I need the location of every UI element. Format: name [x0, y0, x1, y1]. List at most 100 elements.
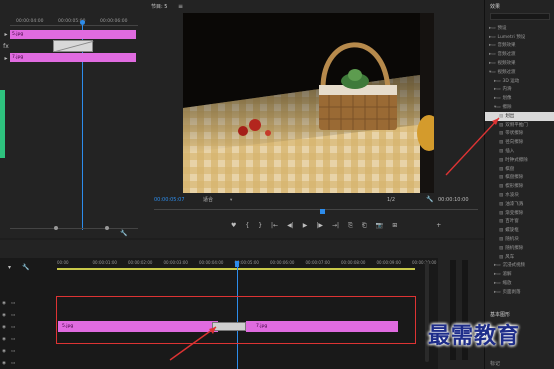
- effects-item[interactable]: ▨ 百叶窗: [485, 218, 554, 227]
- effects-folder[interactable]: ▸▭ 3D 运动: [485, 77, 554, 86]
- track-header[interactable]: ◉ ▭: [0, 358, 55, 368]
- effects-folder[interactable]: ▸▭ 缩放: [485, 279, 554, 288]
- ruler-timecode: 00:00:02:00: [128, 260, 153, 265]
- effects-item-label: 带状擦除: [505, 131, 524, 137]
- go-to-in-icon[interactable]: |←: [271, 222, 278, 232]
- resolution-dropdown[interactable]: 1/2: [387, 197, 395, 203]
- track-header[interactable]: ◉ ▭: [0, 346, 55, 356]
- track-lock-icon[interactable]: ▭: [11, 325, 15, 330]
- track-header[interactable]: ◉ ▭: [0, 298, 55, 308]
- effects-item[interactable]: ▨ 棋盘: [485, 165, 554, 174]
- source-clip-5[interactable]: 5.jpg: [10, 30, 136, 39]
- export-frame-icon[interactable]: 📷: [376, 222, 383, 232]
- track-header[interactable]: ◉ ▭: [0, 310, 55, 320]
- effects-folder[interactable]: ▸▭ 音频过渡: [485, 50, 554, 59]
- effects-item[interactable]: ▨ 楔形擦除: [485, 182, 554, 191]
- effects-item[interactable]: ▨ 风车: [485, 253, 554, 262]
- marker-icon[interactable]: ♥: [231, 222, 236, 232]
- effects-item[interactable]: ▨ 随机擦除: [485, 244, 554, 253]
- source-green-bar: [0, 90, 5, 158]
- lift-icon[interactable]: ⎘: [348, 222, 353, 232]
- program-video-frame: [183, 13, 434, 193]
- effects-folder[interactable]: ▸▭ Lumetri 预设: [485, 33, 554, 42]
- add-button-icon[interactable]: +: [436, 222, 441, 232]
- ruler-timecode: 00:00:06:00: [270, 260, 295, 265]
- linked-selection-icon[interactable]: 🔧: [22, 264, 29, 271]
- effects-item[interactable]: ▨ 油漆飞溅: [485, 200, 554, 209]
- go-to-out-icon[interactable]: →|: [332, 222, 339, 232]
- effects-item[interactable]: ▨ 随机块: [485, 235, 554, 244]
- effects-item-label: 音频过渡: [497, 52, 516, 58]
- program-scrub-bar[interactable]: [154, 209, 478, 214]
- effects-folder[interactable]: ▸▭ 沉浸式视频: [485, 262, 554, 271]
- effects-folder[interactable]: ▸▭ 视频效果: [485, 59, 554, 68]
- effects-folder[interactable]: ▾▭ 视频过渡: [485, 68, 554, 77]
- track-lock-icon[interactable]: ▭: [11, 361, 15, 366]
- effects-folder[interactable]: ▸▭ 内滑: [485, 86, 554, 95]
- transition-icon: ▨: [499, 201, 504, 207]
- track-header[interactable]: ◉ ▭: [0, 322, 55, 332]
- track-lock-icon[interactable]: ▭: [11, 337, 15, 342]
- effects-item[interactable]: ▨ 带状擦除: [485, 130, 554, 139]
- play-icon[interactable]: ▶: [303, 222, 308, 232]
- track-visibility-icon[interactable]: ◉: [2, 325, 6, 330]
- mark-out-icon[interactable]: }: [258, 222, 262, 232]
- track-header[interactable]: ◉ ▭: [0, 334, 55, 344]
- source-transition-block[interactable]: [53, 40, 94, 53]
- step-forward-icon[interactable]: |▶: [316, 222, 323, 232]
- effects-item-label: 随机块: [505, 237, 519, 243]
- annotation-highlight-box: [56, 296, 416, 344]
- track-lock-icon[interactable]: ▭: [11, 349, 15, 354]
- effects-item[interactable]: ▨ 水波块: [485, 191, 554, 200]
- transition-icon: ▨: [499, 245, 504, 251]
- source-clip-7[interactable]: 7.jpg: [10, 53, 136, 62]
- track-toggle-icon-2[interactable]: ▸: [2, 55, 10, 62]
- panel-menu-icon[interactable]: ≡: [178, 3, 183, 10]
- snap-icon[interactable]: ▾: [8, 264, 11, 271]
- fx-icon: fx: [3, 43, 9, 50]
- track-visibility-icon[interactable]: ◉: [2, 301, 6, 306]
- effects-item[interactable]: ▨ 渐变擦除: [485, 209, 554, 218]
- effects-folder[interactable]: ▸▭ 音频效果: [485, 42, 554, 51]
- effects-item[interactable]: ▨ 径向擦除: [485, 138, 554, 147]
- effects-item[interactable]: ▨ 双侧平推门: [485, 121, 554, 130]
- effects-item[interactable]: ▨ 螺旋框: [485, 226, 554, 235]
- fit-chevron-icon[interactable]: ▾: [230, 198, 232, 203]
- effects-folder[interactable]: ▸▭ 划像: [485, 94, 554, 103]
- effects-search-input[interactable]: [490, 13, 550, 20]
- effects-item-label: 插入: [505, 149, 515, 155]
- track-visibility-icon[interactable]: ◉: [2, 313, 6, 318]
- fit-dropdown[interactable]: 适合: [203, 197, 213, 203]
- effects-item-label: 缩放: [502, 281, 512, 286]
- program-playhead[interactable]: [320, 209, 325, 214]
- effects-item[interactable]: ▨ 划出: [485, 111, 554, 121]
- effects-folder[interactable]: ▾▭ 擦除: [485, 103, 554, 112]
- track-visibility-icon[interactable]: ◉: [2, 349, 6, 354]
- track-toggle-icon[interactable]: ▸: [2, 31, 10, 38]
- track-visibility-icon[interactable]: ◉: [2, 361, 6, 366]
- transition-icon: ▨: [499, 210, 504, 216]
- mark-in-icon[interactable]: {: [245, 222, 249, 232]
- transport-controls: ♥ { } |← ◀| ▶ |▶ →| ⎘ ⎗ 📷 ⊞ +: [231, 222, 483, 232]
- effects-item-label: 随机擦除: [505, 245, 524, 251]
- source-bottom-bar: [10, 226, 138, 232]
- current-timecode[interactable]: 00:00:05:07: [154, 197, 185, 203]
- track-lock-icon[interactable]: ▭: [11, 301, 15, 306]
- folder-icon: ▸▭: [494, 96, 501, 102]
- effects-item-label: 3D 运动: [502, 78, 520, 84]
- folder-icon: ▸▭: [494, 87, 501, 93]
- compare-view-icon[interactable]: ⊞: [392, 222, 397, 232]
- effects-folder[interactable]: ▸▭ 预设: [485, 24, 554, 33]
- track-lock-icon[interactable]: ▭: [11, 313, 15, 318]
- effects-item-label: 擦除: [502, 105, 512, 111]
- step-back-icon[interactable]: ◀|: [287, 222, 294, 232]
- extract-icon[interactable]: ⎗: [362, 222, 367, 232]
- source-wrench-icon[interactable]: 🔧: [120, 230, 127, 237]
- effects-item[interactable]: ▨ 棋盘擦除: [485, 174, 554, 183]
- effects-item[interactable]: ▨ 时钟式擦除: [485, 156, 554, 165]
- effects-item[interactable]: ▨ 插入: [485, 147, 554, 156]
- effects-folder[interactable]: ▸▭ 溶解: [485, 270, 554, 279]
- effects-folder[interactable]: ▸▭ 页面剥落: [485, 288, 554, 297]
- track-visibility-icon[interactable]: ◉: [2, 337, 6, 342]
- settings-wrench-icon[interactable]: 🔧: [426, 196, 433, 203]
